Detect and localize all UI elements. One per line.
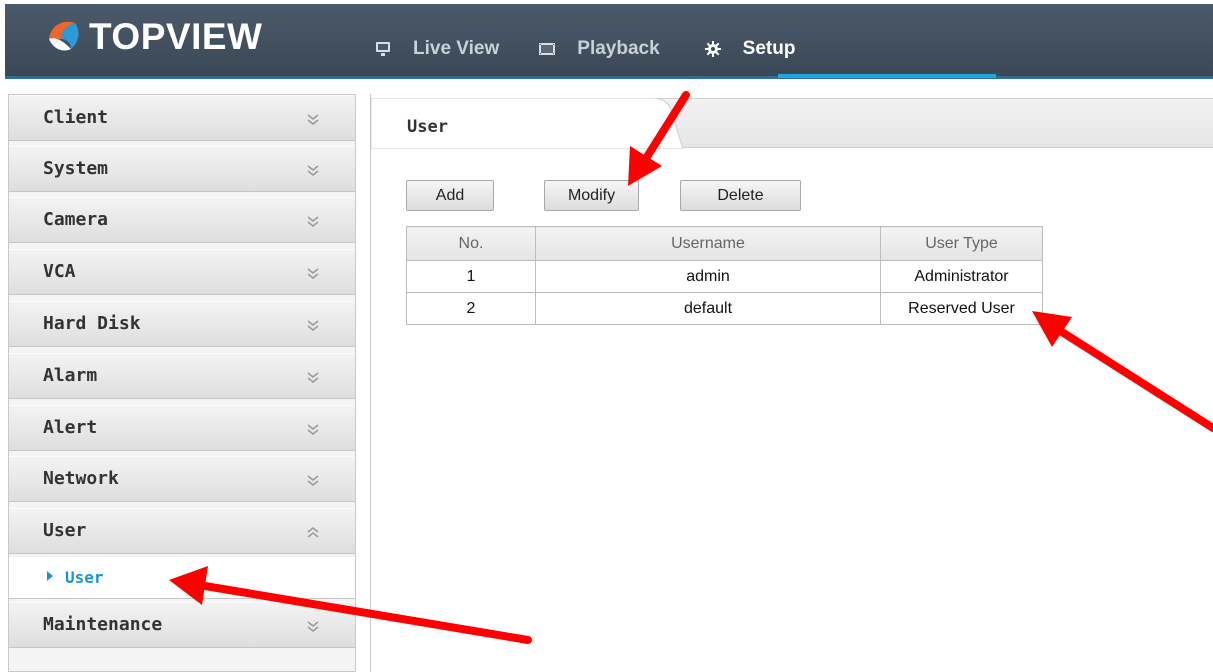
sidebar-item-user[interactable]: User (9, 508, 355, 554)
sidebar-item-system[interactable]: System (9, 146, 355, 192)
cell-no: 1 (406, 260, 536, 293)
main-panel: User Add Modify Delete No. Username User… (370, 94, 1213, 672)
chevron-down-icon (307, 114, 319, 125)
sidebar-item-label: Hard Disk (43, 313, 141, 334)
chevron-up-icon (307, 527, 319, 538)
brand-name: TOPVIEW (89, 16, 263, 57)
cell-user-type: Administrator (880, 260, 1043, 293)
active-tab-indicator (778, 74, 996, 78)
nav-playback[interactable]: Playback (539, 29, 660, 69)
table-row[interactable]: 2 default Reserved User (406, 292, 1043, 325)
sidebar-item-camera[interactable]: Camera (9, 197, 355, 243)
chevron-down-icon (307, 475, 319, 486)
chevron-down-icon (307, 320, 319, 331)
gear-icon (704, 41, 721, 57)
sidebar-item-label: Alert (43, 417, 98, 438)
main-nav: Live View Playback Setup (375, 29, 795, 69)
nav-setup-label: Setup (742, 38, 796, 59)
sidebar-item-vca[interactable]: VCA (9, 249, 355, 295)
setup-sidebar: Client System Camera VCA Hard Disk Alarm… (8, 94, 356, 672)
cell-username: default (535, 292, 881, 325)
sidebar-item-client[interactable]: Client (9, 95, 355, 141)
cell-user-type: Reserved User (880, 292, 1043, 325)
sidebar-item-label: Alarm (43, 365, 98, 386)
column-header-username: Username (535, 226, 881, 261)
sidebar-item-label: Client (43, 107, 109, 128)
sidebar-item-label: Maintenance (43, 614, 163, 635)
chevron-down-icon (307, 268, 319, 279)
sidebar-item-label: Camera (43, 209, 109, 230)
sidebar-item-hard-disk[interactable]: Hard Disk (9, 301, 355, 347)
user-table: No. Username User Type 1 admin Administr… (406, 226, 1043, 325)
table-row[interactable]: 1 admin Administrator (406, 260, 1043, 293)
modify-button[interactable]: Modify (544, 180, 639, 211)
sidebar-item-alarm[interactable]: Alarm (9, 353, 355, 399)
topview-logo: TOPVIEW (45, 14, 262, 60)
nav-live-view-label: Live View (413, 38, 500, 59)
cell-username: admin (535, 260, 881, 293)
sidebar-subitem-user[interactable]: User (9, 557, 355, 599)
sidebar-item-alert[interactable]: Alert (9, 405, 355, 451)
sidebar-item-label: System (43, 158, 109, 179)
delete-button[interactable]: Delete (680, 180, 801, 211)
sidebar-item-label: User (43, 520, 87, 541)
chevron-down-icon (307, 621, 319, 632)
logo-icon (49, 21, 79, 51)
nav-playback-label: Playback (577, 38, 660, 59)
sidebar-subitem-label: User (65, 568, 104, 587)
table-header-row: No. Username User Type (406, 226, 1043, 261)
cell-no: 2 (406, 292, 536, 325)
tab-user-label: User (407, 117, 448, 137)
film-icon (539, 43, 556, 55)
nav-live-view[interactable]: Live View (375, 29, 499, 69)
chevron-down-icon (307, 216, 319, 227)
sidebar-item-network[interactable]: Network (9, 456, 355, 502)
monitor-icon (376, 42, 390, 56)
sidebar-item-maintenance[interactable]: Maintenance (9, 602, 355, 648)
column-header-no: No. (406, 226, 536, 261)
add-button[interactable]: Add (406, 180, 494, 211)
chevron-down-icon (307, 372, 319, 383)
sidebar-item-label: Network (43, 468, 119, 489)
sidebar-item-label: VCA (43, 261, 76, 282)
column-header-user-type: User Type (880, 226, 1043, 261)
tab-bar: User (371, 98, 1213, 149)
nav-setup[interactable]: Setup (704, 29, 796, 69)
top-header: TOPVIEW Live View Playback Setup (5, 4, 1213, 79)
chevron-down-icon (307, 424, 319, 435)
chevron-down-icon (307, 165, 319, 176)
caret-right-icon (47, 571, 53, 581)
